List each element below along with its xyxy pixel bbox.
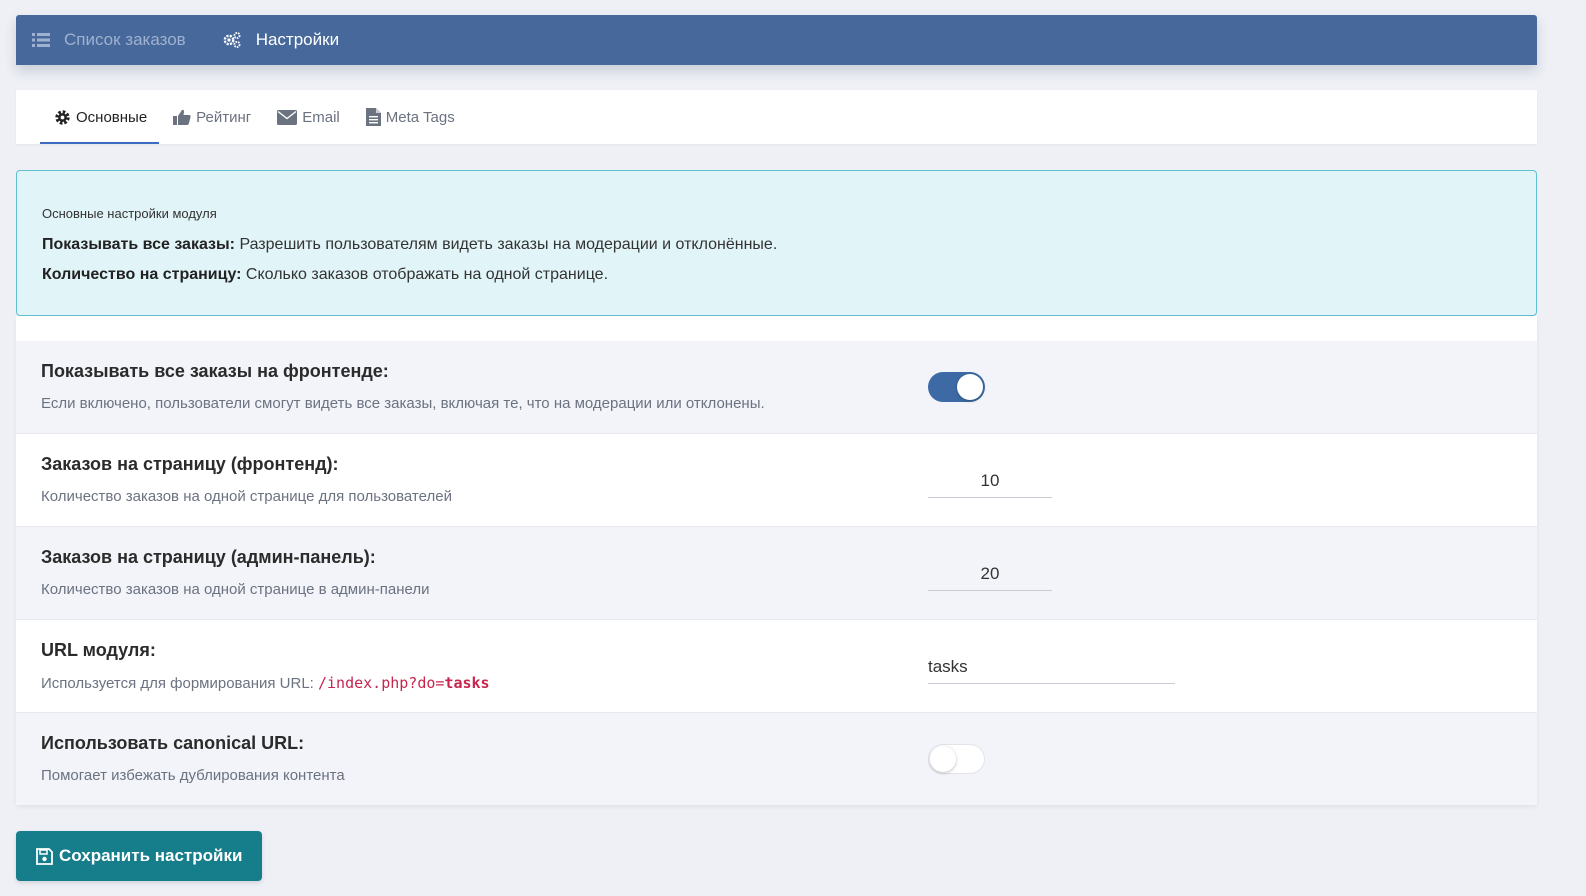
url-example-code: /index.php?do=tasks [318, 674, 490, 692]
tab-main[interactable]: Основные [40, 90, 160, 144]
info-line-text: Сколько заказов отображать на одной стра… [241, 266, 609, 283]
setting-row-show-all: Показывать все заказы на фронтенде: Если… [16, 341, 1537, 434]
setting-description: Количество заказов на одной странице для… [41, 488, 452, 505]
tab-meta-tags[interactable]: Meta Tags [352, 90, 467, 144]
settings-panel: Показывать все заказы на фронтенде: Если… [16, 316, 1537, 805]
tab-email[interactable]: Email [263, 90, 352, 144]
nav-item-label: Настройки [255, 30, 340, 49]
info-box: Основные настройки модуля Показывать все… [16, 170, 1537, 316]
settings-tabs: Основные Рейтинг Email Meta Tags [16, 90, 1537, 144]
setting-description-text: Используется для формирования URL: [41, 675, 318, 692]
setting-label: Показывать все заказы на фронтенде: [41, 361, 389, 381]
tab-rating[interactable]: Рейтинг [159, 90, 263, 144]
toggle-knob [930, 746, 956, 772]
setting-description: Если включено, пользователи смогут видет… [41, 395, 765, 412]
list-icon [32, 33, 50, 47]
nav-item-settings[interactable]: Настройки [222, 30, 339, 50]
module-url-input[interactable] [928, 650, 1175, 684]
setting-label: URL модуля: [41, 640, 156, 660]
url-example-value: tasks [444, 674, 490, 692]
info-line-text: Разрешить пользователям видеть заказы на… [235, 236, 778, 253]
tab-label: Meta Tags [385, 108, 455, 126]
per-page-admin-input[interactable] [928, 557, 1052, 591]
canonical-toggle[interactable] [928, 744, 985, 774]
gears-icon [222, 31, 242, 49]
info-line-bold: Показывать все заказы: [42, 236, 235, 253]
document-icon [365, 108, 381, 126]
envelope-icon [277, 109, 298, 125]
setting-description: Используется для формирования URL: /inde… [41, 674, 1512, 692]
info-line-bold: Количество на страницу: [42, 266, 242, 283]
setting-row-module-url: URL модуля: Используется для формировани… [16, 620, 1537, 713]
info-line-show-all: Показывать все заказы: Разрешить пользов… [42, 236, 1511, 254]
top-navbar: Список заказов Настройки [16, 15, 1537, 65]
tab-label: Основные [76, 108, 148, 126]
setting-description: Помогает избежать дублирования контента [41, 767, 345, 784]
save-button-label: Сохранить настройки [59, 846, 243, 865]
nav-item-label: Список заказов [64, 30, 186, 49]
info-title: Основные настройки модуля [42, 206, 217, 221]
tab-label: Email [302, 108, 340, 126]
tab-label: Рейтинг [196, 108, 252, 126]
thumbs-up-icon [173, 109, 191, 125]
url-example-prefix: /index.php?do= [318, 674, 445, 692]
setting-row-per-page-front: Заказов на страницу (фронтенд): Количест… [16, 434, 1537, 527]
page-container: Список заказов Настройки Основные Рейтин… [16, 15, 1537, 805]
setting-description: Количество заказов на одной странице в а… [41, 581, 430, 598]
setting-row-per-page-admin: Заказов на страницу (админ-панель): Коли… [16, 527, 1537, 620]
show-all-toggle[interactable] [928, 372, 985, 402]
floppy-disk-icon [36, 847, 53, 865]
save-settings-button[interactable]: Сохранить настройки [16, 831, 263, 881]
gear-icon [54, 109, 71, 126]
setting-label: Заказов на страницу (фронтенд): [41, 454, 339, 474]
setting-label: Заказов на страницу (админ-панель): [41, 547, 376, 567]
nav-item-orders-list[interactable]: Список заказов [32, 30, 186, 50]
info-line-per-page: Количество на страницу: Сколько заказов … [42, 266, 1511, 284]
per-page-front-input[interactable] [928, 464, 1052, 498]
setting-row-canonical: Использовать canonical URL: Помогает изб… [16, 713, 1537, 805]
setting-label: Использовать canonical URL: [41, 733, 305, 753]
toggle-knob [957, 374, 983, 400]
